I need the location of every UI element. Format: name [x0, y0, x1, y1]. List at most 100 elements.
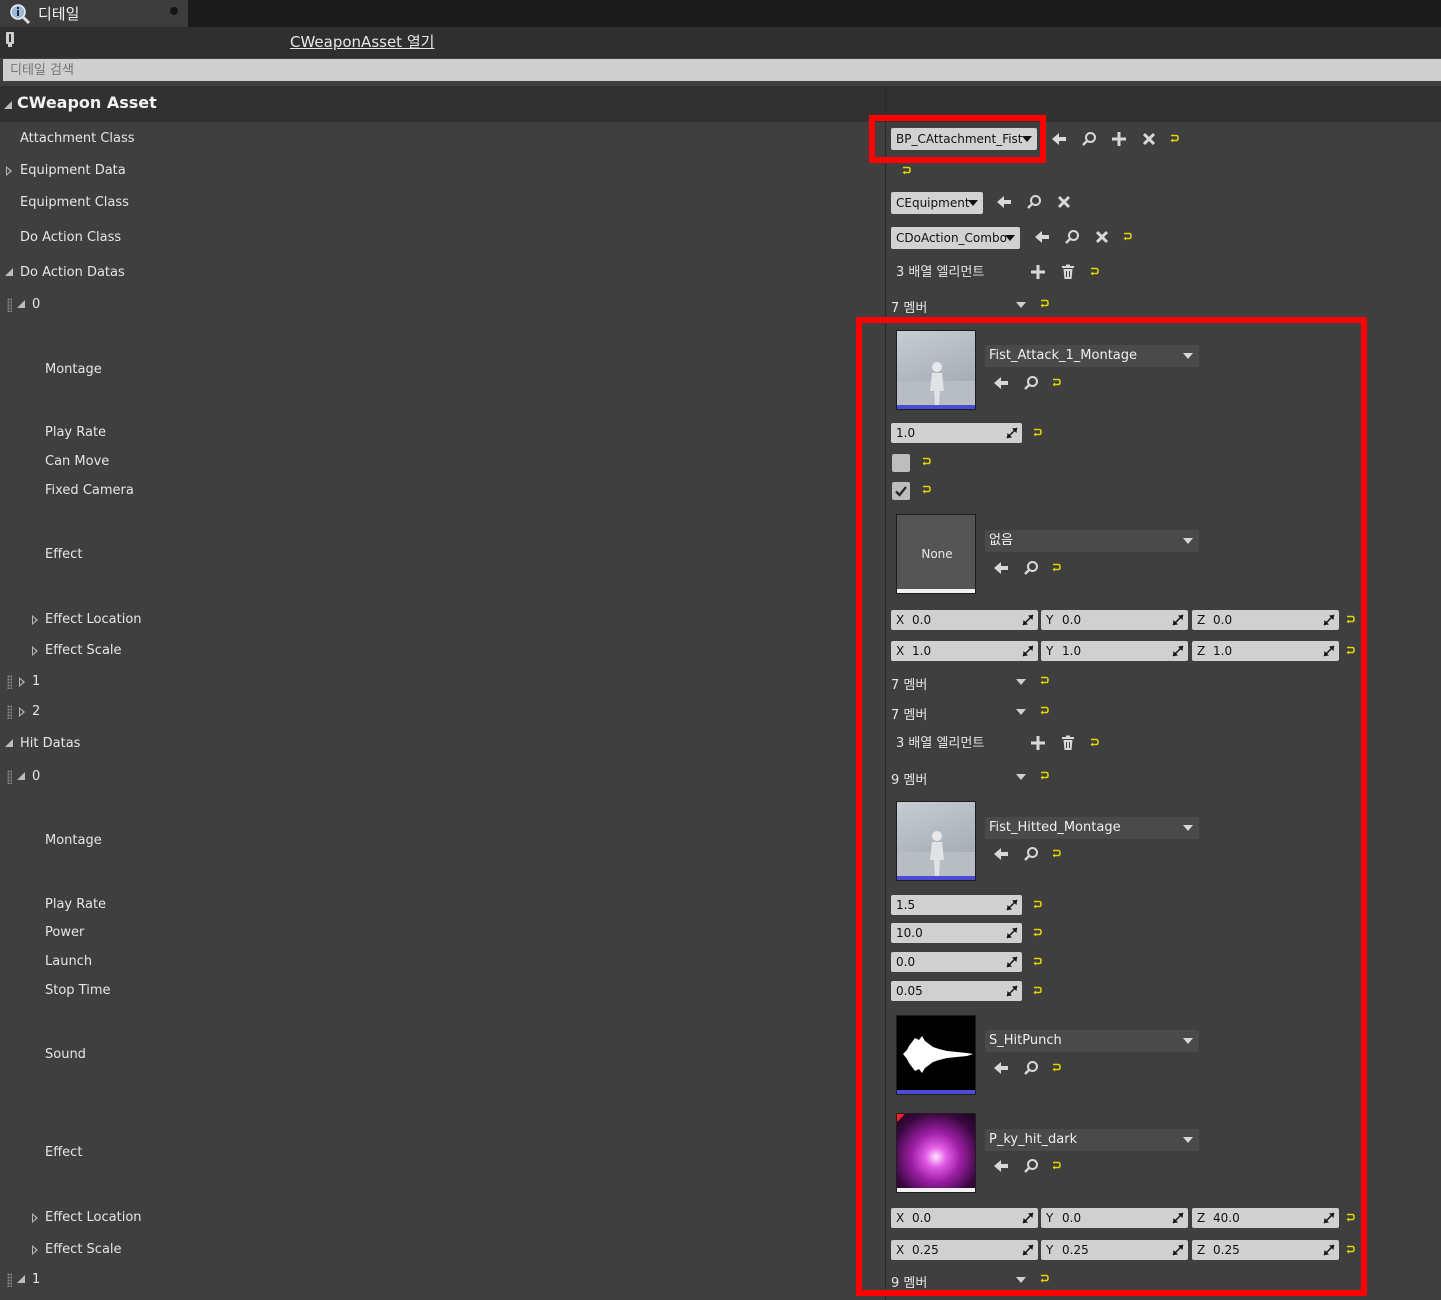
expand-arrow-icon[interactable]	[19, 677, 25, 687]
reset-icon[interactable]	[1345, 615, 1355, 625]
spin-icon[interactable]	[1323, 645, 1335, 657]
reset-icon[interactable]	[1122, 232, 1132, 242]
expand-arrow-icon[interactable]	[32, 1245, 38, 1255]
location-x-field[interactable]: X 0.0	[891, 1208, 1038, 1228]
lock-icon[interactable]	[4, 31, 16, 48]
scale-x-field[interactable]: X 0.25	[891, 1240, 1038, 1260]
can-move-checkbox[interactable]	[892, 454, 910, 472]
add-icon[interactable]	[1030, 735, 1046, 751]
reset-icon[interactable]	[1169, 134, 1179, 144]
launch-field[interactable]: 0.0	[891, 952, 1022, 972]
use-selected-icon[interactable]	[993, 375, 1009, 391]
spin-icon[interactable]	[1172, 614, 1184, 626]
search-input[interactable]	[3, 59, 1441, 81]
scale-y-field[interactable]: Y 1.0	[1041, 641, 1188, 661]
collapse-arrow-icon[interactable]	[4, 101, 12, 109]
chevron-down-icon[interactable]	[1016, 774, 1026, 780]
reset-icon[interactable]	[1051, 1161, 1061, 1171]
drag-handle-icon[interactable]	[7, 298, 12, 312]
stop-time-field[interactable]: 0.05	[891, 981, 1022, 1001]
reset-icon[interactable]	[1051, 378, 1061, 388]
spin-icon[interactable]	[1323, 1244, 1335, 1256]
reset-icon[interactable]	[921, 457, 931, 467]
scale-z-field[interactable]: Z 1.0	[1192, 641, 1339, 661]
drag-handle-icon[interactable]	[7, 705, 12, 719]
browse-icon[interactable]	[1023, 560, 1039, 576]
drag-handle-icon[interactable]	[7, 770, 12, 784]
sound-thumbnail[interactable]	[896, 1015, 976, 1095]
reset-icon[interactable]	[901, 166, 911, 176]
reset-icon[interactable]	[1345, 1213, 1355, 1223]
collapse-arrow-icon[interactable]	[17, 300, 25, 308]
attachment-class-combo[interactable]: BP_CAttachment_Fist	[891, 128, 1037, 150]
location-y-field[interactable]: Y 0.0	[1041, 610, 1188, 630]
add-icon[interactable]	[1111, 131, 1127, 147]
play-rate-field[interactable]: 1.5	[891, 895, 1022, 915]
spin-icon[interactable]	[1172, 1244, 1184, 1256]
reset-icon[interactable]	[1032, 928, 1042, 938]
montage-picker[interactable]: Fist_Attack_1_Montage	[985, 345, 1199, 367]
expand-arrow-icon[interactable]	[32, 1213, 38, 1223]
clear-icon[interactable]	[1141, 131, 1157, 147]
column-splitter[interactable]	[885, 86, 886, 1300]
reset-icon[interactable]	[1051, 849, 1061, 859]
equipment-class-combo[interactable]: CEquipment	[891, 192, 983, 214]
reset-icon[interactable]	[1032, 900, 1042, 910]
chevron-down-icon[interactable]	[1016, 1277, 1026, 1283]
scale-x-field[interactable]: X 1.0	[891, 641, 1038, 661]
use-selected-icon[interactable]	[1034, 229, 1050, 245]
add-icon[interactable]	[1030, 264, 1046, 280]
collapse-arrow-icon[interactable]	[17, 1275, 25, 1283]
browse-icon[interactable]	[1023, 1060, 1039, 1076]
reset-icon[interactable]	[1039, 771, 1049, 781]
location-z-field[interactable]: Z 0.0	[1192, 610, 1339, 630]
montage-picker[interactable]: Fist_Hitted_Montage	[985, 817, 1199, 839]
expand-arrow-icon[interactable]	[32, 615, 38, 625]
expand-arrow-icon[interactable]	[19, 707, 25, 717]
spin-icon[interactable]	[1022, 1244, 1034, 1256]
location-y-field[interactable]: Y 0.0	[1041, 1208, 1188, 1228]
spin-icon[interactable]	[1172, 1212, 1184, 1224]
spin-icon[interactable]	[1006, 427, 1018, 439]
reset-icon[interactable]	[1051, 563, 1061, 573]
use-selected-icon[interactable]	[1051, 131, 1067, 147]
reset-icon[interactable]	[1032, 957, 1042, 967]
effect-thumbnail[interactable]: None	[896, 514, 976, 594]
use-selected-icon[interactable]	[993, 560, 1009, 576]
spin-icon[interactable]	[1022, 614, 1034, 626]
play-rate-field[interactable]: 1.0	[891, 423, 1022, 443]
reset-icon[interactable]	[1051, 1063, 1061, 1073]
effect-picker[interactable]: P_ky_hit_dark	[985, 1129, 1199, 1151]
chevron-down-icon[interactable]	[1016, 709, 1026, 715]
spin-icon[interactable]	[1022, 645, 1034, 657]
effect-thumbnail[interactable]	[896, 1113, 976, 1193]
spin-icon[interactable]	[1323, 1212, 1335, 1224]
delete-icon[interactable]	[1060, 264, 1076, 280]
browse-icon[interactable]	[1081, 131, 1097, 147]
drag-handle-icon[interactable]	[7, 675, 12, 689]
spin-icon[interactable]	[1006, 956, 1018, 968]
reset-icon[interactable]	[1039, 299, 1049, 309]
chevron-down-icon[interactable]	[1016, 679, 1026, 685]
effect-picker[interactable]: 없음	[985, 530, 1199, 552]
location-x-field[interactable]: X 0.0	[891, 610, 1038, 630]
browse-icon[interactable]	[1023, 1158, 1039, 1174]
category-header[interactable]	[0, 86, 1441, 122]
reset-icon[interactable]	[1032, 986, 1042, 996]
browse-icon[interactable]	[1026, 194, 1042, 210]
power-field[interactable]: 10.0	[891, 923, 1022, 943]
use-selected-icon[interactable]	[993, 846, 1009, 862]
reset-icon[interactable]	[1039, 1274, 1049, 1284]
reset-icon[interactable]	[1345, 646, 1355, 656]
reset-icon[interactable]	[1039, 676, 1049, 686]
sound-picker[interactable]: S_HitPunch	[985, 1030, 1199, 1052]
browse-icon[interactable]	[1064, 229, 1080, 245]
browse-icon[interactable]	[1023, 375, 1039, 391]
reset-icon[interactable]	[1039, 706, 1049, 716]
reset-icon[interactable]	[921, 485, 931, 495]
expand-arrow-icon[interactable]	[32, 646, 38, 656]
spin-icon[interactable]	[1022, 1212, 1034, 1224]
use-selected-icon[interactable]	[993, 1060, 1009, 1076]
collapse-arrow-icon[interactable]	[5, 268, 13, 276]
montage-thumbnail[interactable]	[896, 330, 976, 410]
